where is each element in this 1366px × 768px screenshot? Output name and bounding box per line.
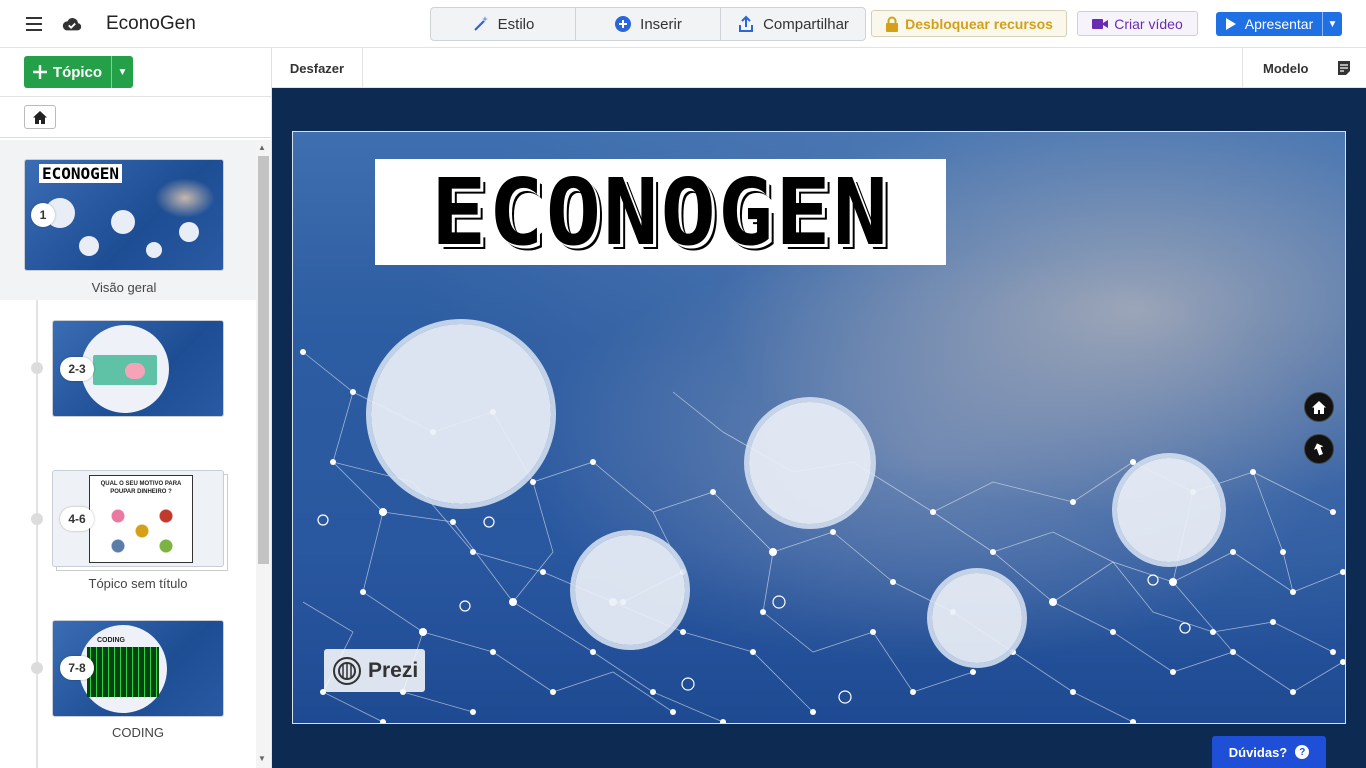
piggy-bank-icon: [125, 363, 145, 379]
insert-label: Inserir: [640, 15, 682, 33]
topic-badge: 1: [31, 203, 55, 227]
present-label: Apresentar: [1244, 16, 1314, 32]
cloud-saved-icon: [62, 18, 82, 31]
magic-wand-icon: [473, 16, 488, 31]
share-button[interactable]: Compartilhar: [721, 8, 865, 40]
unlock-label: Desbloquear recursos: [905, 15, 1053, 32]
slide-home-button[interactable]: [1304, 392, 1334, 422]
home-icon: [33, 110, 47, 124]
home-overview-button[interactable]: [24, 105, 56, 129]
add-topic-button[interactable]: Tópico ▼: [24, 56, 133, 88]
lock-icon: [886, 16, 899, 32]
video-label: Criar vídeo: [1114, 15, 1183, 32]
video-camera-icon: [1092, 18, 1109, 29]
style-button[interactable]: Estilo: [431, 8, 576, 40]
share-label: Compartilhar: [763, 15, 849, 33]
topic-label-overview: Visão geral: [91, 280, 157, 295]
timeline-dot: [31, 362, 43, 374]
thumb-infographic: QUAL O SEU MOTIVO PARA POUPAR DINHEIRO ?: [89, 475, 193, 563]
thumb-title: ECONOGEN: [39, 164, 123, 183]
notes-icon[interactable]: [1337, 60, 1351, 76]
top-bar: EconoGen Estilo Inserir Compartilhar Des…: [0, 0, 1366, 48]
create-video-button[interactable]: Criar vídeo: [1077, 11, 1198, 36]
thumb-bubble: [79, 236, 99, 256]
slide-bubble-3[interactable]: [575, 535, 685, 645]
prezi-watermark: Prezi: [324, 649, 425, 692]
template-label: Modelo: [1263, 60, 1309, 76]
thumb-bubble: [111, 210, 135, 234]
edit-actions-group: Estilo Inserir Compartilhar: [430, 7, 866, 41]
code-matrix-icon: [87, 647, 159, 697]
prezi-logo-icon: [333, 656, 361, 685]
slide-frame[interactable]: ECONOGEN Prezi: [292, 131, 1346, 724]
thumb-infographic-text: QUAL O SEU MOTIVO PARA POUPAR DINHEIRO ?: [100, 481, 182, 495]
thumb-bubble: [146, 242, 162, 258]
topics-sidebar: Tópico ▼ ECONOGEN 1 Visão geral 2-3 QUAL: [0, 48, 272, 768]
back-arrow-icon: [1313, 443, 1324, 456]
present-dropdown-caret[interactable]: ▼: [1322, 12, 1342, 36]
question-icon: ?: [1295, 745, 1310, 759]
upload-share-icon: [739, 15, 754, 32]
add-topic-caret[interactable]: ▼: [111, 56, 133, 88]
slide-back-button[interactable]: [1304, 434, 1334, 464]
plus-icon: [32, 65, 47, 79]
timeline-dot: [31, 513, 43, 525]
home-icon: [1312, 400, 1326, 414]
slide-bubble-5[interactable]: [1117, 458, 1221, 562]
add-topic-main[interactable]: Tópico: [24, 56, 111, 88]
thumb-bubble: [179, 222, 199, 242]
slide-bubble-1[interactable]: [371, 324, 551, 504]
divider: [0, 137, 271, 138]
plus-circle-icon: [615, 16, 632, 32]
unlock-features-button[interactable]: Desbloquear recursos: [871, 10, 1067, 37]
menu-icon[interactable]: [26, 17, 42, 31]
scroll-down-arrow[interactable]: ▼: [258, 754, 266, 763]
watermark-text: Prezi: [368, 658, 419, 682]
undo-button[interactable]: Desfazer: [272, 48, 363, 88]
thumb-people: [155, 178, 215, 218]
topic-badge: 7-8: [60, 656, 94, 680]
slide-title-box[interactable]: ECONOGEN: [375, 159, 946, 266]
present-main[interactable]: Apresentar: [1216, 16, 1322, 32]
topic-label-coding: CODING: [112, 725, 164, 740]
presentation-title[interactable]: EconoGen: [106, 13, 196, 35]
topic-label-untitled: Tópico sem título: [88, 576, 188, 591]
thumb-icons: [102, 506, 182, 556]
slide-bubble-4[interactable]: [932, 573, 1022, 663]
timeline-dot: [31, 662, 43, 674]
style-label: Estilo: [497, 15, 535, 33]
play-icon: [1225, 18, 1236, 30]
template-button[interactable]: Modelo: [1242, 48, 1366, 88]
divider: [0, 96, 271, 97]
slide-title[interactable]: ECONOGEN: [375, 159, 946, 266]
help-button[interactable]: Dúvidas? ?: [1212, 736, 1326, 768]
topic-badge: 2-3: [60, 357, 94, 381]
present-button[interactable]: Apresentar ▼: [1216, 12, 1342, 36]
slide-bubble-2[interactable]: [749, 402, 871, 524]
topic-badge: 4-6: [60, 507, 94, 531]
editor-subbar: Desfazer Modelo: [272, 48, 1366, 88]
topic-label: Tópico: [52, 63, 103, 81]
thumb-coding-title: CODING: [97, 637, 125, 644]
scroll-up-arrow[interactable]: ▲: [258, 143, 266, 152]
insert-button[interactable]: Inserir: [576, 8, 721, 40]
sidebar-scroll-thumb[interactable]: [258, 156, 269, 564]
help-label: Dúvidas?: [1228, 744, 1288, 760]
thumb-bubble: [81, 325, 169, 413]
